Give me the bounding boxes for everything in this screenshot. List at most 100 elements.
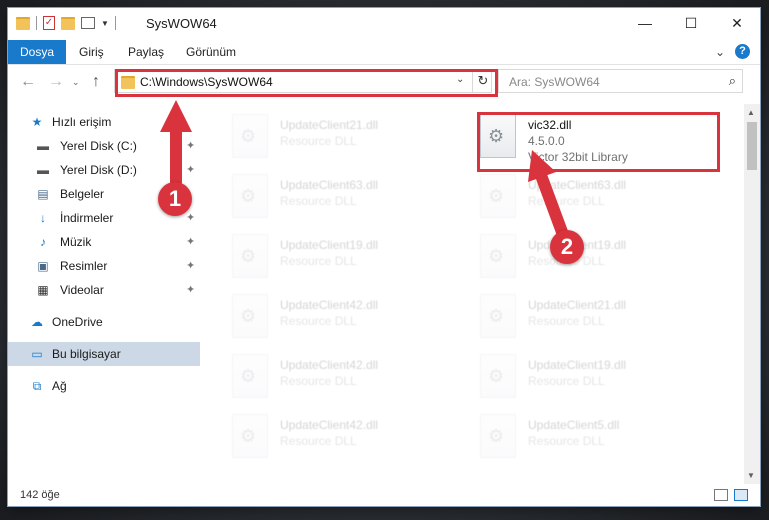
sidebar-item-onedrive[interactable]: ☁ OneDrive: [8, 310, 200, 334]
quick-access-toolbar: ✓ ▼: [16, 16, 116, 30]
search-icon[interactable]: ⌕: [729, 73, 736, 89]
cloud-icon: ☁: [31, 315, 43, 329]
pin-icon[interactable]: ✦: [186, 259, 195, 272]
file-name: UpdateClient5.dll: [528, 418, 620, 432]
scroll-up-icon[interactable]: ▲: [747, 108, 755, 117]
file-description: Resource DLL: [528, 314, 605, 328]
file-name: UpdateClient42.dll: [280, 358, 379, 372]
file-name: UpdateClient21.dll: [280, 118, 379, 132]
view-toggle: [714, 489, 748, 501]
sidebar-item-label: Videolar: [60, 283, 104, 297]
details-view-icon[interactable]: [714, 489, 728, 501]
list-item[interactable]: UpdateClient19.dll Resource DLL: [462, 348, 702, 404]
properties-check-icon[interactable]: ✓: [43, 16, 55, 30]
list-item[interactable]: UpdateClient63.dll Resource DLL: [462, 168, 702, 224]
folder-icon[interactable]: [16, 16, 30, 30]
list-item[interactable]: UpdateClient42.dll Resource DLL: [214, 348, 454, 404]
status-bar: 142 öğe: [8, 486, 760, 506]
pin-icon[interactable]: ✦: [186, 211, 195, 224]
sidebar-item-music[interactable]: ♪ Müzik ✦: [8, 230, 200, 254]
file-description: Resource DLL: [280, 434, 357, 448]
pin-icon[interactable]: ✦: [186, 283, 195, 296]
sidebar-item-label: Bu bilgisayar: [52, 347, 121, 361]
sidebar-item-label: Yerel Disk (D:): [60, 163, 137, 177]
sidebar-item-label: Hızlı erişim: [52, 115, 112, 129]
drive-icon: ▬: [37, 163, 49, 177]
list-item[interactable]: UpdateClient21.dll Resource DLL: [214, 108, 454, 164]
toolbar-separator: [114, 16, 116, 30]
toolbar-separator: [36, 16, 37, 30]
list-item[interactable]: UpdateClient42.dll Resource DLL: [214, 408, 454, 464]
search-placeholder: Ara: SysWOW64: [509, 75, 600, 89]
pin-icon[interactable]: ✦: [186, 235, 195, 248]
view-options-icon[interactable]: [81, 17, 95, 29]
list-item[interactable]: UpdateClient5.dll Resource DLL: [462, 408, 702, 464]
help-icon[interactable]: ?: [735, 44, 750, 59]
file-name: UpdateClient42.dll: [280, 298, 379, 312]
tab-home[interactable]: Giriş: [79, 45, 104, 59]
sidebar-item-network[interactable]: ⧉ Ağ: [8, 374, 200, 398]
tab-view[interactable]: Görünüm: [186, 45, 236, 59]
tab-share[interactable]: Paylaş: [128, 45, 164, 59]
file-highlight-box: [477, 112, 720, 172]
file-description: Resource DLL: [280, 374, 357, 388]
title-bar: ✓ ▼ SysWOW64 — ☐ ✕: [8, 8, 760, 40]
list-item[interactable]: UpdateClient19.dll Resource DLL: [214, 228, 454, 284]
ribbon-right-controls: ⌄ ?: [715, 44, 750, 59]
list-item[interactable]: UpdateClient19.dll Resource DLL: [462, 228, 702, 284]
sidebar-item-this-pc[interactable]: ▭ Bu bilgisayar: [8, 342, 200, 366]
dll-file-icon: [232, 294, 268, 338]
file-name: UpdateClient63.dll: [280, 178, 379, 192]
sidebar-item-local-disk-c[interactable]: ▬ Yerel Disk (C:) ✦: [8, 134, 200, 158]
recent-locations-icon[interactable]: ⌄: [72, 77, 80, 88]
file-description: Resource DLL: [528, 374, 605, 388]
close-button[interactable]: ✕: [714, 8, 760, 38]
file-name: UpdateClient19.dll: [280, 238, 379, 252]
sidebar-item-label: Ağ: [52, 379, 67, 393]
sidebar-item-local-disk-d[interactable]: ▬ Yerel Disk (D:) ✦: [8, 158, 200, 182]
large-icons-view-icon[interactable]: [734, 489, 748, 501]
ribbon-tabs: Dosya Giriş Paylaş Görünüm ⌄ ?: [8, 40, 760, 65]
file-description: Resource DLL: [280, 134, 357, 148]
navigation-pane: ★ Hızlı erişim ▬ Yerel Disk (C:) ✦ ▬ Yer…: [8, 104, 200, 484]
file-description: Resource DLL: [280, 194, 357, 208]
back-arrow-icon[interactable]: ←: [20, 73, 36, 91]
callout-2: 2: [550, 230, 584, 264]
list-item[interactable]: UpdateClient63.dll Resource DLL: [214, 168, 454, 224]
vertical-scrollbar[interactable]: ▲ ▼: [744, 104, 760, 484]
videos-icon: ▦: [37, 283, 49, 297]
dll-file-icon: [480, 354, 516, 398]
sidebar-item-label: Müzik: [60, 235, 92, 249]
minimize-button[interactable]: —: [622, 8, 668, 38]
dll-file-icon: [232, 234, 268, 278]
file-name: UpdateClient19.dll: [528, 358, 627, 372]
pin-icon[interactable]: ✦: [186, 139, 195, 152]
dll-file-icon: [480, 414, 516, 458]
sidebar-item-label: Resimler: [60, 259, 108, 273]
window-controls: — ☐ ✕: [622, 8, 760, 38]
file-name: UpdateClient21.dll: [528, 298, 627, 312]
up-arrow-icon[interactable]: ↑: [92, 73, 100, 91]
tab-file[interactable]: Dosya: [8, 40, 66, 64]
list-item[interactable]: UpdateClient42.dll Resource DLL: [214, 288, 454, 344]
new-folder-icon[interactable]: [61, 16, 75, 30]
maximize-button[interactable]: ☐: [668, 8, 714, 38]
sidebar-item-quick-access[interactable]: ★ Hızlı erişim: [8, 110, 200, 134]
list-item[interactable]: UpdateClient21.dll Resource DLL: [462, 288, 702, 344]
address-highlight-box: [115, 69, 498, 97]
music-icon: ♪: [40, 235, 46, 249]
search-input[interactable]: Ara: SysWOW64 ⌕: [498, 69, 743, 93]
pin-icon[interactable]: ✦: [186, 163, 195, 176]
dll-file-icon: [232, 414, 268, 458]
expand-ribbon-icon[interactable]: ⌄: [715, 45, 725, 59]
documents-icon: ▤: [37, 187, 49, 201]
scroll-thumb[interactable]: [747, 122, 757, 170]
sidebar-item-pictures[interactable]: ▣ Resimler ✦: [8, 254, 200, 278]
customize-toolbar-icon[interactable]: ▼: [101, 19, 109, 28]
dll-file-icon: [232, 114, 268, 158]
forward-arrow-icon[interactable]: →: [48, 73, 64, 91]
sidebar-item-videos[interactable]: ▦ Videolar ✦: [8, 278, 200, 302]
sidebar-item-label: Belgeler: [60, 187, 105, 201]
computer-icon: ▭: [31, 347, 43, 361]
scroll-down-icon[interactable]: ▼: [747, 471, 755, 480]
